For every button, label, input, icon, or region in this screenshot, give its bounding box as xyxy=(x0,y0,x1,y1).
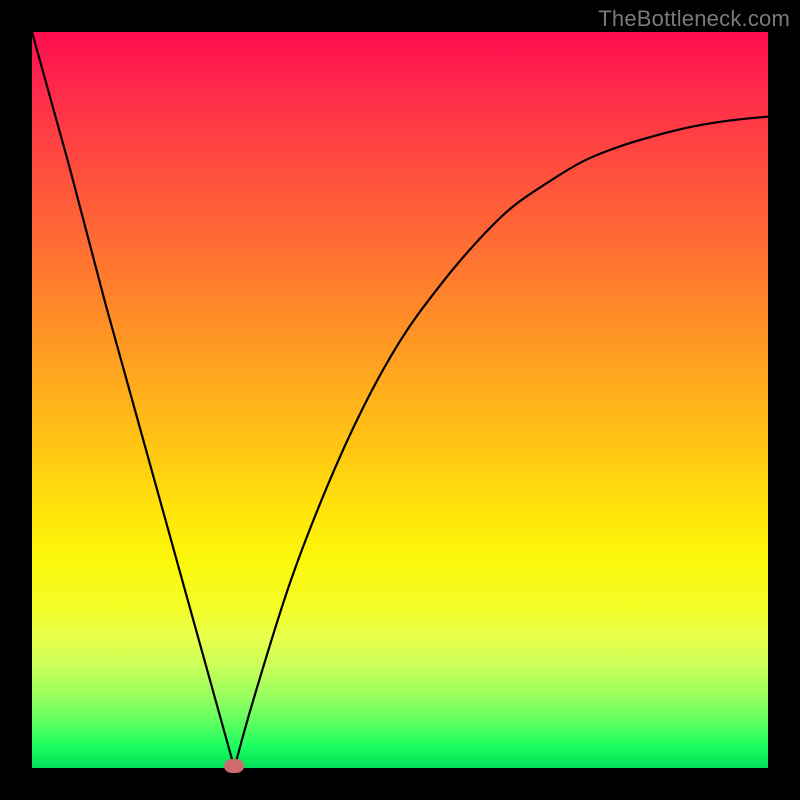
plot-area xyxy=(32,32,768,768)
watermark-text: TheBottleneck.com xyxy=(598,6,790,32)
minimum-marker xyxy=(224,759,244,773)
chart-frame: TheBottleneck.com xyxy=(0,0,800,800)
bottleneck-curve xyxy=(32,32,768,768)
curve-line xyxy=(32,32,768,768)
